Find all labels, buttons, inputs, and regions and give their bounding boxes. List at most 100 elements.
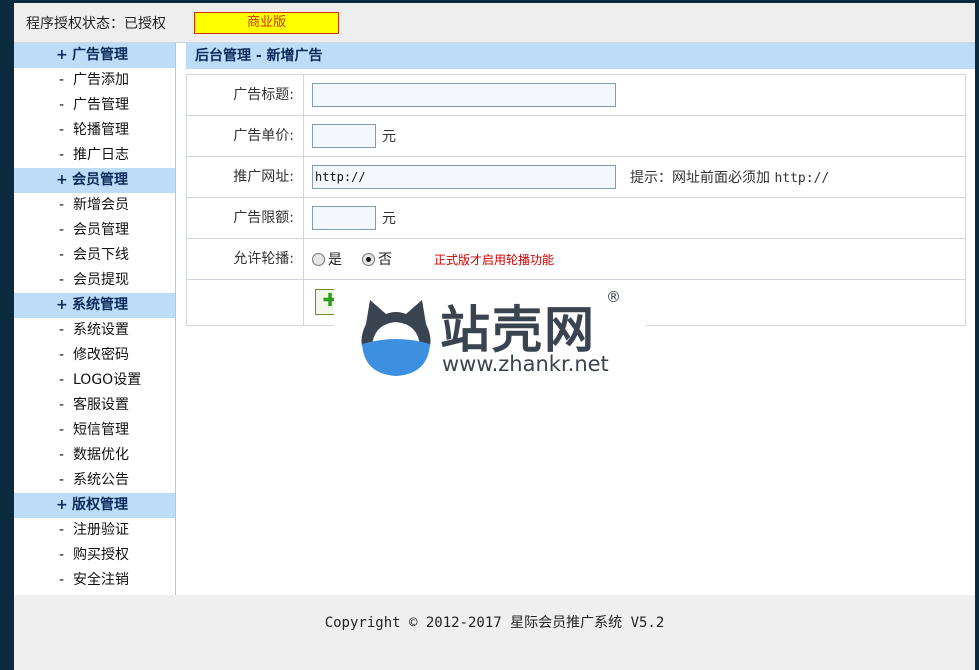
dash-icon: - — [59, 372, 65, 388]
sidebar-item[interactable]: - 修改密码 — [14, 343, 175, 368]
sidebar-item-label: 会员下线 — [73, 247, 129, 263]
sidebar-group-1[interactable]: + 会员管理 — [14, 168, 175, 193]
sidebar-item-label: 广告添加 — [73, 72, 129, 88]
left-border — [0, 0, 14, 670]
title-cell — [304, 75, 965, 115]
right-border — [975, 0, 979, 670]
sidebar-group-title: 系统管理 — [72, 297, 128, 313]
sidebar-item[interactable]: - 系统设置 — [14, 318, 175, 343]
sidebar-item-label: 短信管理 — [73, 422, 129, 438]
form-row-limit: 广告限额: 元 — [187, 198, 965, 239]
sidebar-item-label: 购买授权 — [73, 547, 129, 563]
sidebar-item-label: 安全注销 — [73, 572, 129, 588]
title-label: 广告标题: — [187, 75, 304, 115]
sidebar-item[interactable]: - 系统公告 — [14, 468, 175, 493]
dash-icon: - — [59, 522, 65, 538]
plus-icon: + — [56, 297, 68, 313]
sidebar-item-label: 系统公告 — [73, 472, 129, 488]
copyright-text: Copyright © 2012-2017 星际会员推广系统 V5.2 — [324, 615, 665, 631]
price-label: 广告单价: — [187, 116, 304, 156]
dash-icon: - — [59, 97, 65, 113]
dash-icon: - — [59, 472, 65, 488]
sidebar-item-label: 注册验证 — [73, 522, 129, 538]
edition-button[interactable]: 商业版 — [194, 12, 339, 34]
sidebar-item[interactable]: - 短信管理 — [14, 418, 175, 443]
dash-icon: - — [59, 122, 65, 138]
dash-icon: - — [59, 147, 65, 163]
sidebar-item-label: 广告管理 — [73, 97, 129, 113]
url-hint-code: http:// — [774, 171, 830, 186]
carousel-no-radio[interactable]: 否 — [362, 249, 392, 269]
sidebar-item-label: 系统设置 — [73, 322, 129, 338]
sidebar-group-0[interactable]: + 广告管理 — [14, 43, 175, 68]
cat-logo-icon — [361, 300, 431, 376]
sidebar-item-label: 新增会员 — [73, 197, 129, 213]
carousel-label: 允许轮播: — [187, 239, 304, 279]
dash-icon: - — [59, 72, 65, 88]
radio-dot-checked — [362, 252, 375, 266]
sidebar-item-label: 轮播管理 — [73, 122, 129, 138]
sidebar-item-label: 修改密码 — [73, 347, 129, 363]
sidebar-item[interactable]: - 购买授权 — [14, 543, 175, 568]
price-unit: 元 — [382, 129, 396, 145]
ad-price-input[interactable] — [312, 124, 376, 148]
sidebar-item[interactable]: - 会员提现 — [14, 268, 175, 293]
sidebar-item-label: 客服设置 — [73, 397, 129, 413]
sidebar-item[interactable]: - 数据优化 — [14, 443, 175, 468]
registered-mark: ® — [606, 288, 621, 306]
dash-icon: - — [59, 347, 65, 363]
carousel-yes-radio[interactable]: 是 — [312, 249, 342, 269]
dash-icon: - — [59, 422, 65, 438]
sidebar-group-3[interactable]: + 版权管理 — [14, 493, 175, 518]
radio-dot — [312, 252, 325, 266]
footer: Copyright © 2012-2017 星际会员推广系统 V5.2 — [14, 595, 975, 670]
sidebar-item[interactable]: - 广告管理 — [14, 93, 175, 118]
sidebar-group-title: 会员管理 — [72, 172, 128, 188]
sidebar-item[interactable]: - 推广日志 — [14, 143, 175, 168]
sidebar-item[interactable]: - 新增会员 — [14, 193, 175, 218]
dash-icon: - — [59, 547, 65, 563]
url-cell: 提示：网址前面必须加 http:// — [304, 157, 965, 197]
carousel-yes-label: 是 — [328, 252, 342, 268]
dash-icon: - — [59, 247, 65, 263]
breadcrumb: 后台管理 - 新增广告 — [186, 43, 975, 69]
sidebar-item[interactable]: - 客服设置 — [14, 393, 175, 418]
watermark-url: www.zhankr.net — [442, 352, 609, 376]
carousel-no-label: 否 — [378, 252, 392, 268]
header-bar: 程序授权状态：已授权 商业版 — [14, 3, 975, 43]
sidebar-item[interactable]: - 安全注销 — [14, 568, 175, 593]
limit-cell: 元 — [304, 198, 965, 238]
sidebar-item[interactable]: - 广告添加 — [14, 68, 175, 93]
dash-icon: - — [59, 572, 65, 588]
ad-title-input[interactable] — [312, 83, 616, 107]
promo-url-input[interactable] — [312, 165, 616, 189]
sidebar-item-label: 会员提现 — [73, 272, 129, 288]
license-status: 程序授权状态：已授权 — [26, 16, 166, 32]
sidebar-item-label: LOGO设置 — [73, 372, 142, 388]
sidebar-group-2[interactable]: + 系统管理 — [14, 293, 175, 318]
url-label: 推广网址: — [187, 157, 304, 197]
ad-limit-input[interactable] — [312, 206, 376, 230]
sidebar-item-label: 数据优化 — [73, 447, 129, 463]
sidebar-item[interactable]: - LOGO设置 — [14, 368, 175, 393]
submit-label-cell — [187, 280, 304, 325]
carousel-cell: 是 否 正式版才启用轮播功能 — [304, 239, 965, 279]
form-row-title: 广告标题: — [187, 75, 965, 116]
dash-icon: - — [59, 197, 65, 213]
plus-icon: + — [56, 497, 68, 513]
sidebar-item-label: 推广日志 — [73, 147, 129, 163]
form-row-url: 推广网址: 提示：网址前面必须加 http:// — [187, 157, 965, 198]
dash-icon: - — [59, 272, 65, 288]
url-hint: 提示：网址前面必须加 http:// — [630, 167, 829, 187]
price-cell: 元 — [304, 116, 965, 156]
dash-icon: - — [59, 322, 65, 338]
sidebar-item[interactable]: - 注册验证 — [14, 518, 175, 543]
carousel-warning: 正式版才启用轮播功能 — [434, 252, 555, 267]
sidebar-item[interactable]: - 会员下线 — [14, 243, 175, 268]
watermark: 站壳网 ® www.zhankr.net — [334, 282, 646, 390]
sidebar-item[interactable]: - 会员管理 — [14, 218, 175, 243]
dash-icon: - — [59, 397, 65, 413]
sidebar-item[interactable]: - 轮播管理 — [14, 118, 175, 143]
sidebar-item-label: 会员管理 — [73, 222, 129, 238]
url-hint-text: 提示：网址前面必须加 — [630, 170, 770, 186]
